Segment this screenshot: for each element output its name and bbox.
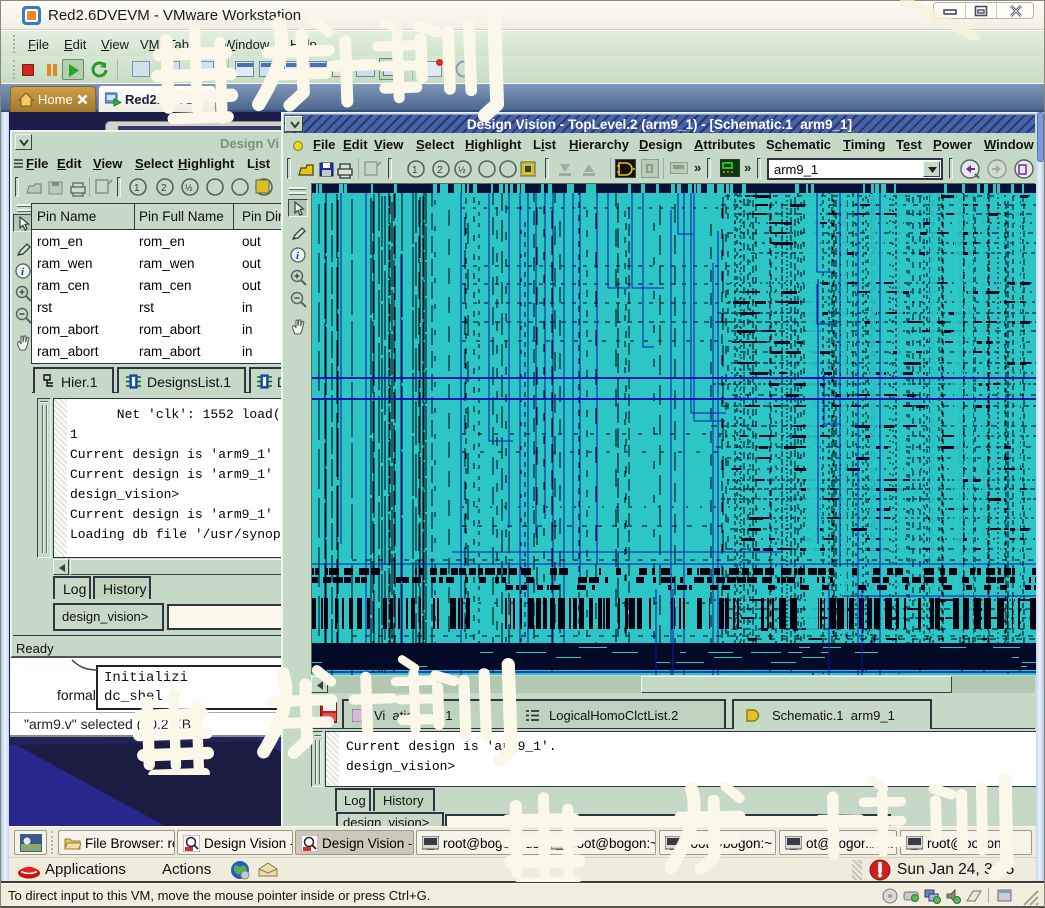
svg-text:½: ½: [185, 183, 193, 193]
svg-text:1: 1: [412, 165, 418, 176]
svg-text:2: 2: [161, 183, 167, 194]
svg-text:½: ½: [458, 165, 466, 175]
svg-text:2: 2: [437, 165, 443, 176]
svg-text:1: 1: [134, 183, 140, 194]
